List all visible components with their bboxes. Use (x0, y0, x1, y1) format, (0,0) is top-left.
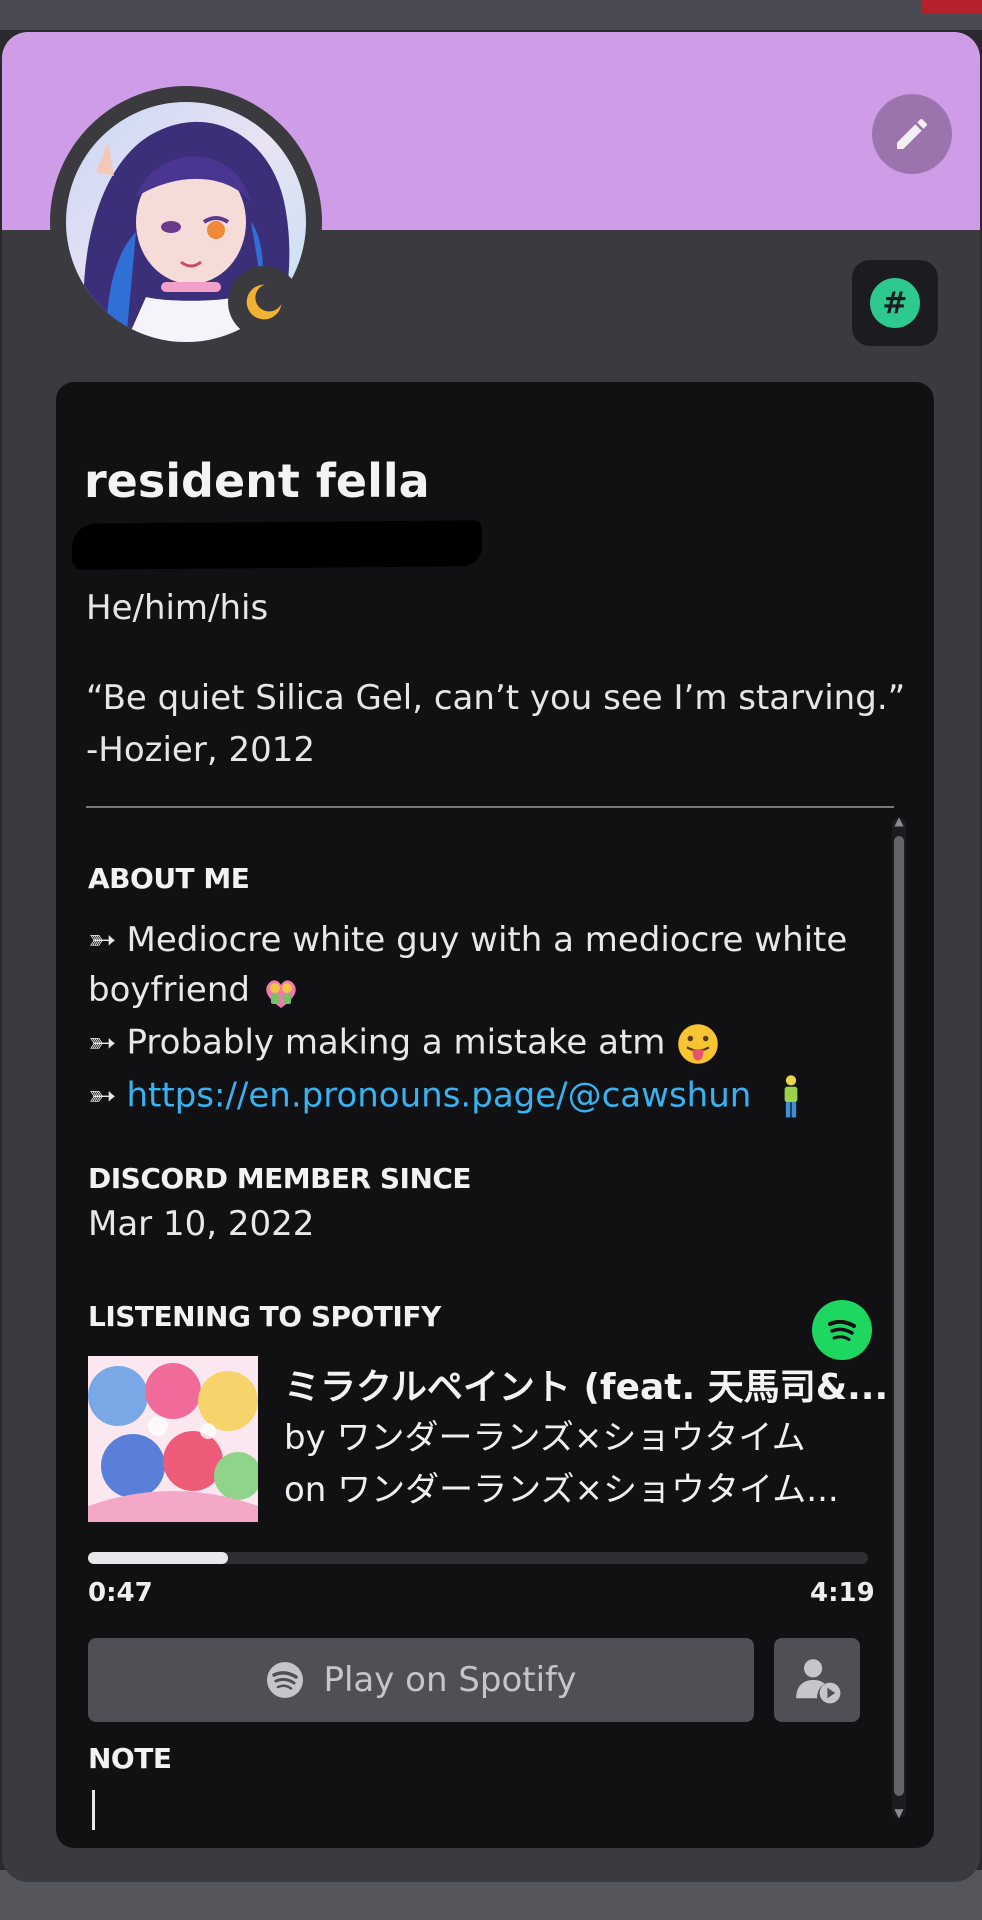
album-art[interactable] (88, 1356, 258, 1522)
monitor-edge-red (922, 0, 982, 14)
profile-body: resident fella He/him/his “Be quiet Sili… (56, 382, 934, 1848)
elapsed-time: 0:47 (88, 1578, 153, 1608)
listen-along-icon (796, 1659, 841, 1704)
pencil-icon (897, 119, 927, 149)
text-caret (92, 1790, 95, 1830)
moon-idle-icon (246, 284, 282, 320)
member-since-date: Mar 10, 2022 (88, 1204, 315, 1244)
edit-profile-button[interactable] (872, 94, 952, 174)
bio-line: ➳ https://en.pronouns.page/@cawshun (88, 1074, 806, 1120)
couple-with-heart-emoji-icon (266, 979, 296, 1008)
custom-status-line: -Hozier, 2012 (86, 730, 315, 770)
pronouns: He/him/his (86, 588, 269, 628)
monitor-bezel-top (0, 0, 982, 30)
scroll-thumb[interactable] (894, 836, 904, 1796)
bio-text: boyfriend (88, 970, 250, 1010)
bio-line: ➳ Mediocre white guy with a mediocre whit… (88, 920, 847, 960)
arrow-bullet: ➳ (88, 1075, 117, 1116)
display-name: resident fella (84, 454, 430, 508)
member-since-heading: DISCORD MEMBER SINCE (88, 1162, 472, 1195)
bio-text: Mediocre white guy with a mediocre white (126, 920, 848, 960)
spotify-icon (267, 1662, 304, 1698)
note-heading: NOTE (88, 1742, 172, 1775)
custom-status: “Be quiet Silica Gel, can’t you see I’m … (86, 672, 905, 776)
spotify-heading: LISTENING TO SPOTIFY (88, 1300, 441, 1333)
spotify-waves (828, 1319, 856, 1341)
redacted-username (71, 520, 483, 570)
track-artist[interactable]: by ワンダーランズ×ショウタイム (284, 1410, 806, 1459)
scroll-up-arrow[interactable]: ▲ (892, 814, 906, 828)
divider (86, 806, 894, 808)
play-on-spotify-label: Play on Spotify (323, 1660, 577, 1700)
arrow-bullet: ➳ (88, 920, 117, 960)
note-caret-area (88, 1782, 868, 1842)
progress-bar (88, 1552, 868, 1564)
arrow-bullet: ➳ (88, 1022, 117, 1063)
scrollbar[interactable]: ▲ ▼ (892, 814, 906, 1820)
bio-line: ➳ Probably making a mistake atm (88, 1022, 720, 1066)
about-me-heading: ABOUT ME (88, 862, 250, 895)
track-album[interactable]: on ワンダーランズ×ショウタイム... (284, 1462, 839, 1511)
tongue-out-emoji-icon (678, 1024, 719, 1064)
album-art-image (88, 1356, 258, 1522)
pronouns-page-link[interactable]: https://en.pronouns.page/@cawshun (127, 1076, 752, 1116)
track-title[interactable]: ミラクルペイント (feat. 天馬司&... (284, 1358, 888, 1410)
status-indicator (228, 266, 300, 338)
spotify-icon[interactable] (812, 1300, 872, 1360)
play-on-spotify-button[interactable]: Play on Spotify (88, 1638, 754, 1722)
track-duration: 4:19 (810, 1578, 875, 1608)
bio-line: boyfriend (88, 970, 301, 1012)
scroll-down-arrow[interactable]: ▼ (892, 1806, 906, 1820)
progress-fill (88, 1552, 229, 1564)
custom-status-line: “Be quiet Silica Gel, can’t you see I’m … (86, 678, 906, 718)
listen-along-button[interactable] (774, 1638, 860, 1722)
bio-text: Probably making a mistake atm (126, 1022, 666, 1063)
profile-card: # resident fella He/him/his “Be quiet Si… (2, 32, 980, 1882)
hash-badge-icon: # (870, 278, 920, 328)
person-standing-emoji-icon (784, 1075, 798, 1118)
profile-badge[interactable]: # (852, 260, 938, 346)
